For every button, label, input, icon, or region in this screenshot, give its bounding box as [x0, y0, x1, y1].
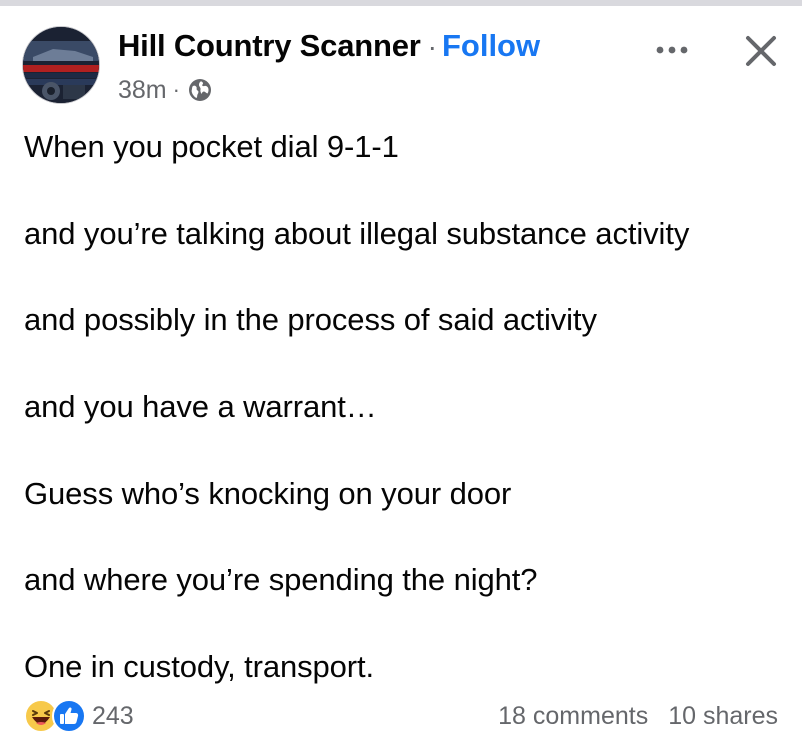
- engagement-counts: 18 comments 10 shares: [498, 698, 778, 734]
- like-reaction-icon: [52, 699, 86, 733]
- post-footer: 243 18 comments 10 shares: [0, 694, 802, 738]
- name-row: Hill Country Scanner · Follow: [118, 28, 540, 68]
- close-button[interactable]: [736, 26, 786, 76]
- post-text-line: When you pocket dial 9-1-1: [24, 129, 399, 164]
- shares-count-link[interactable]: 10 shares: [668, 702, 778, 731]
- name-separator: ·: [427, 31, 437, 62]
- page-name[interactable]: Hill Country Scanner: [118, 28, 421, 64]
- post-text-line: and possibly in the process of said acti…: [24, 302, 597, 338]
- more-options-button[interactable]: [650, 28, 694, 72]
- post-card: Hill Country Scanner · Follow 38m · When…: [0, 0, 802, 750]
- post-timestamp[interactable]: 38m: [118, 76, 167, 105]
- follow-button[interactable]: Follow: [442, 28, 540, 64]
- avatar-logo-image: [23, 27, 99, 103]
- post-text: When you pocket dial 9-1-1 and you’re ta…: [24, 118, 784, 725]
- post-text-line: and you have a warrant…: [24, 389, 377, 425]
- post-text-line: and you’re talking about illegal substan…: [24, 215, 690, 251]
- post-text-line: One in custody, transport.: [24, 649, 375, 685]
- more-horizontal-icon: [656, 46, 688, 54]
- comments-count-link[interactable]: 18 comments: [498, 702, 648, 731]
- page-avatar[interactable]: [22, 26, 100, 104]
- post-meta: 38m ·: [118, 74, 212, 106]
- meta-separator: ·: [172, 77, 180, 102]
- post-text-line: and where you’re spending the night?: [24, 562, 538, 598]
- post-header: Hill Country Scanner · Follow 38m ·: [0, 6, 802, 106]
- close-icon: [746, 36, 776, 66]
- reaction-count: 243: [92, 701, 134, 730]
- reactions-summary[interactable]: 243: [24, 698, 134, 734]
- post-text-line: Guess who’s knocking on your door: [24, 475, 512, 511]
- reaction-icons: [24, 699, 90, 733]
- globe-icon: [188, 78, 212, 102]
